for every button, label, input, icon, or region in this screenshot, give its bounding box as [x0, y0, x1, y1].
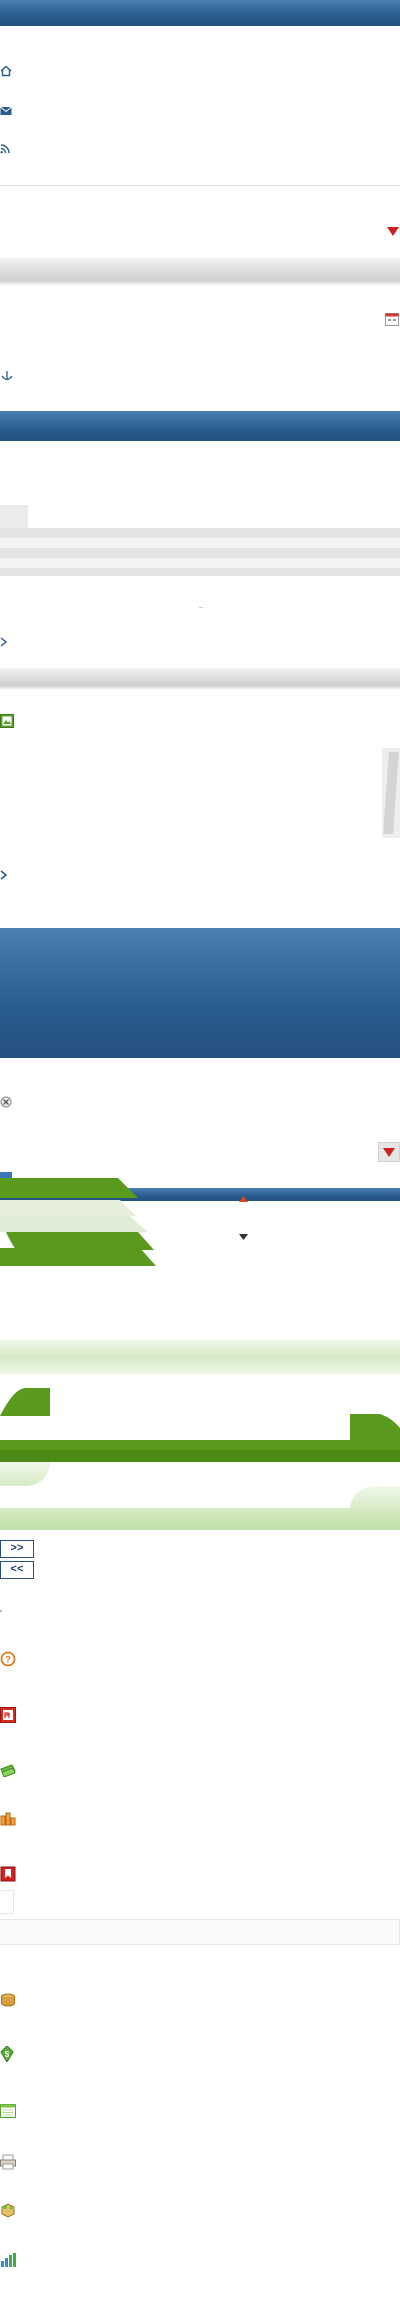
chevron-right-icon[interactable]: [0, 637, 8, 647]
dialog-header: [0, 928, 400, 1058]
table-row[interactable]: [0, 538, 400, 548]
calendar-icon[interactable]: [0, 2102, 16, 2118]
green-tab[interactable]: [0, 1248, 160, 1266]
green-stripe: [0, 1450, 400, 1462]
green-section-band: [0, 1340, 400, 1374]
next-page-button[interactable]: >>: [0, 1540, 34, 1558]
image-icon[interactable]: [0, 714, 14, 728]
nav-item-home[interactable]: [0, 64, 14, 78]
sort-asc-icon[interactable]: [239, 1196, 248, 1202]
dialog-dropdown-button[interactable]: [378, 1142, 400, 1162]
dropdown-arrow-icon: [383, 1148, 395, 1157]
table-row[interactable]: [0, 528, 400, 538]
svg-text:?: ?: [5, 1655, 11, 1665]
filter-dropdown[interactable]: [0, 207, 400, 257]
green-tab-lower-right: [350, 1486, 400, 1510]
nav-item-mail[interactable]: [0, 103, 14, 115]
sort-marker: [199, 607, 203, 608]
svg-text:$: $: [5, 2050, 10, 2059]
bar-chart-icon[interactable]: [0, 2252, 16, 2268]
green-tab-lower-left: [0, 1462, 50, 1486]
pdf-icon[interactable]: [0, 1707, 16, 1723]
green-tab[interactable]: [0, 1200, 140, 1216]
table-row[interactable]: [0, 558, 400, 568]
help-icon[interactable]: ?: [0, 1651, 16, 1667]
home-icon: [0, 65, 12, 77]
nav-item-rss[interactable]: [0, 141, 12, 154]
green-tab-right[interactable]: [350, 1414, 400, 1442]
bookmark-icon[interactable]: [0, 1866, 16, 1882]
money-icon[interactable]: [0, 1763, 16, 1777]
section-header-bar: [0, 411, 400, 441]
list-bullet: [0, 1610, 2, 1612]
print-icon[interactable]: [0, 2154, 16, 2170]
dropdown-arrow-icon: [387, 227, 399, 236]
close-icon[interactable]: [0, 1096, 12, 1108]
chevron-right-icon[interactable]: [0, 870, 8, 880]
green-tab-left[interactable]: [0, 1388, 50, 1416]
coins-icon[interactable]: [0, 1992, 16, 2008]
prev-page-button[interactable]: <<: [0, 1561, 34, 1579]
anchor-icon[interactable]: [0, 369, 14, 383]
text-field[interactable]: [0, 1919, 400, 1945]
green-tab-active[interactable]: [0, 1178, 140, 1198]
dollar-icon[interactable]: $: [0, 2046, 14, 2062]
section-shadow: [0, 258, 400, 286]
nav-divider: [0, 185, 400, 186]
table-row[interactable]: [0, 548, 400, 558]
buildings-icon[interactable]: [0, 1810, 16, 1826]
table-header-cell: [0, 505, 28, 528]
sort-desc-icon[interactable]: [239, 1234, 248, 1240]
small-input[interactable]: [0, 1890, 14, 1914]
green-tab[interactable]: [0, 1216, 150, 1232]
table-row[interactable]: [0, 568, 400, 576]
green-stripe: [0, 1440, 400, 1450]
panel-shadow: [0, 668, 400, 690]
green-footer-band: [0, 1508, 400, 1530]
calendar-picker-icon[interactable]: [385, 312, 399, 326]
date-field[interactable]: [0, 300, 400, 340]
mail-icon: [0, 106, 12, 115]
rss-icon: [0, 144, 10, 154]
package-icon[interactable]: [0, 2202, 16, 2218]
top-header-bar: [0, 0, 400, 26]
